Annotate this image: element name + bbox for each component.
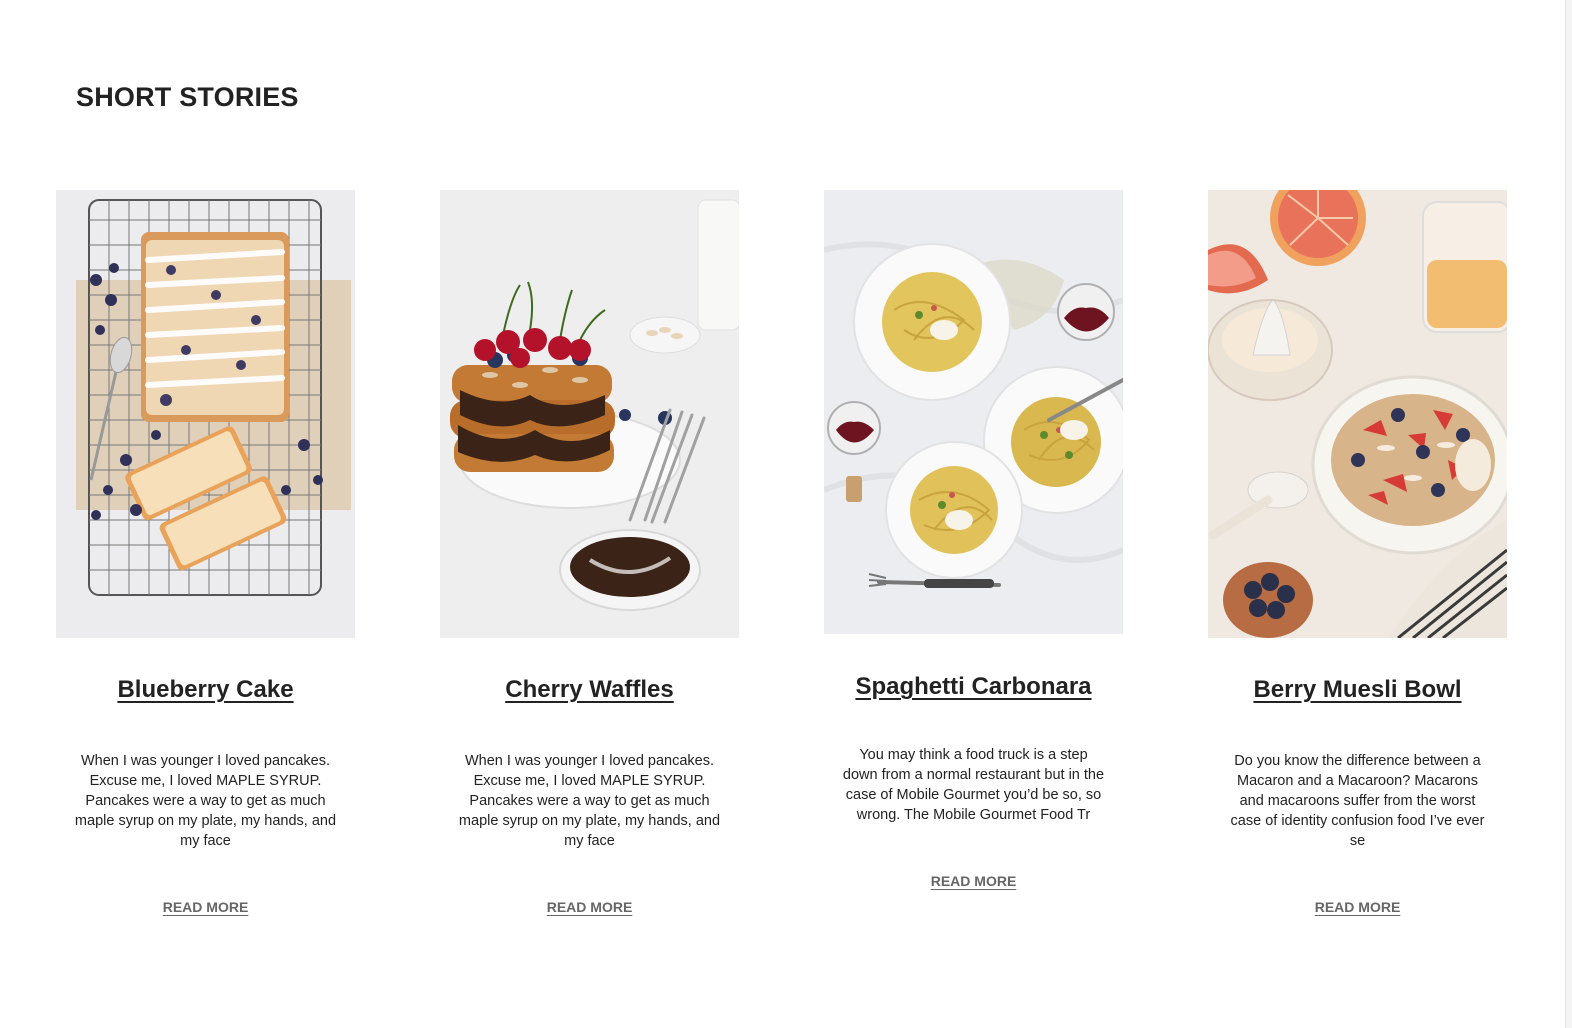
story-card-blueberry-cake: Blueberry Cake When I was younger I love… <box>56 190 355 917</box>
cherry-waffles-image[interactable] <box>440 190 739 638</box>
story-card-berry-muesli-bowl: Berry Muesli Bowl Do you know the differ… <box>1208 190 1507 917</box>
section-title: SHORT STORIES <box>76 82 299 112</box>
read-more-link[interactable]: READ MORE <box>163 899 249 915</box>
berry-muesli-bowl-image[interactable] <box>1208 190 1507 638</box>
card-excerpt: When I was younger I loved pancakes. Exc… <box>74 753 337 849</box>
spaghetti-carbonara-image[interactable] <box>824 190 1123 634</box>
blueberry-cake-image[interactable] <box>56 190 355 638</box>
card-title-link[interactable]: Spaghetti Carbonara <box>824 673 1123 701</box>
card-excerpt: Do you know the difference between a Mac… <box>1230 753 1485 849</box>
card-excerpt: When I was younger I loved pancakes. Exc… <box>458 753 721 849</box>
story-card-cherry-waffles: Cherry Waffles When I was younger I love… <box>440 190 739 917</box>
card-excerpt: You may think a food truck is a step dow… <box>842 747 1105 823</box>
read-more-link[interactable]: READ MORE <box>931 873 1017 889</box>
card-title-link[interactable]: Berry Muesli Bowl <box>1208 676 1507 704</box>
card-title-link[interactable]: Blueberry Cake <box>56 676 355 704</box>
story-card-spaghetti-carbonara: Spaghetti Carbonara You may think a food… <box>824 190 1123 891</box>
card-title-link[interactable]: Cherry Waffles <box>440 676 739 704</box>
read-more-link[interactable]: READ MORE <box>547 899 633 915</box>
window-scrollbar[interactable] <box>1565 0 1572 1028</box>
read-more-link[interactable]: READ MORE <box>1315 899 1401 915</box>
